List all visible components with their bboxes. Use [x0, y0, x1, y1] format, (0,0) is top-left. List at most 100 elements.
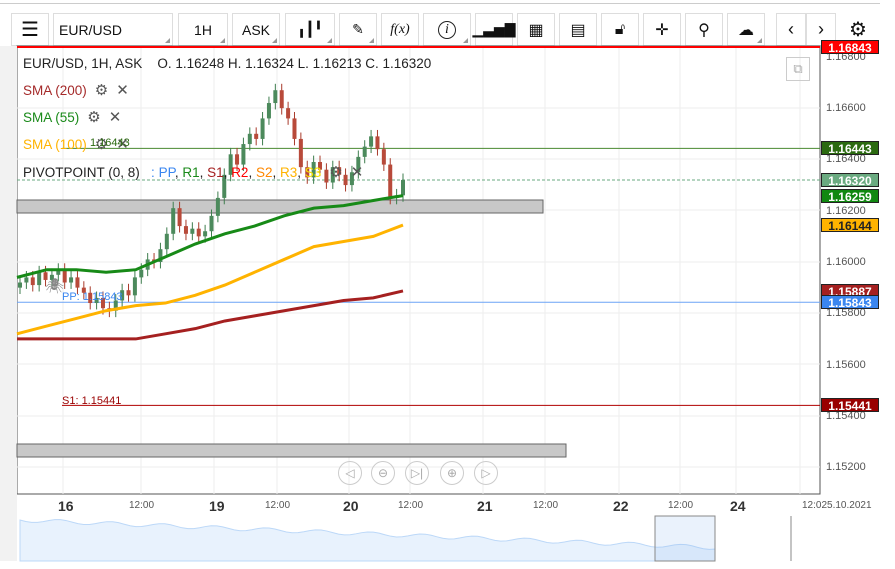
- price-tag: 1.15441: [821, 398, 879, 413]
- x-axis-day: 16: [58, 498, 74, 514]
- candle-body: [279, 90, 284, 109]
- price-tag: 1.16259: [821, 188, 879, 204]
- zoom-out-icon: ⊖: [377, 466, 389, 480]
- sma100-label: SMA (100): [23, 137, 87, 152]
- y-axis-label: 1.16000: [826, 256, 866, 268]
- y-axis-label: 1.15200: [826, 461, 866, 474]
- pivot-part: S1: [207, 165, 224, 180]
- close-icon[interactable]: ✕: [351, 164, 364, 181]
- price-tag: 1.16843: [821, 40, 879, 55]
- candle-body: [183, 226, 188, 234]
- price-tag: 1.16443: [821, 141, 879, 156]
- candle-body: [132, 277, 137, 296]
- zoom-out-button[interactable]: ⊖: [371, 461, 395, 485]
- candle-body: [203, 231, 208, 237]
- price-tag: 1.16320: [821, 172, 879, 188]
- legend-header: EUR/USD, 1H, ASK O. 1.16248 H. 1.16324 L…: [23, 56, 431, 71]
- legend-title: EUR/USD, 1H, ASK: [23, 56, 143, 71]
- pivot-parts: PP, R1, S1, R2, S2, R3, S3: [159, 165, 322, 180]
- x-axis-day: 20: [343, 498, 359, 514]
- pivot-part: R1: [182, 165, 200, 180]
- gear-icon[interactable]: ⚙: [329, 164, 342, 181]
- candle-body: [381, 149, 386, 165]
- candle-body: [292, 118, 297, 139]
- s1-line-label: S1: 1.15441: [62, 395, 122, 407]
- candle-body: [190, 228, 195, 234]
- candle-body: [362, 146, 367, 157]
- candle-body: [24, 277, 29, 283]
- candle-body: [75, 277, 80, 288]
- candle-body: [388, 164, 393, 198]
- left-gutter: [0, 46, 17, 561]
- x-axis-day: 19: [209, 498, 225, 514]
- range-bar: [16, 443, 567, 458]
- candle-body: [37, 272, 42, 286]
- close-icon[interactable]: ✕: [116, 82, 129, 99]
- nav-back-button[interactable]: ◁: [338, 461, 362, 485]
- candle-body: [209, 215, 214, 232]
- candle-body: [18, 282, 22, 288]
- pivot-part: ,: [272, 165, 280, 180]
- pivot-part: S2: [255, 165, 273, 180]
- x-axis-hour: 12:00: [533, 500, 559, 511]
- candle-body: [164, 233, 169, 250]
- legend-sma200: SMA (200) ⚙ ✕: [23, 81, 129, 99]
- pivot-part: ,: [297, 165, 305, 180]
- candle-body: [247, 133, 252, 145]
- pivot-sep: :: [151, 165, 155, 180]
- candle-body: [215, 197, 220, 216]
- candle-body: [30, 277, 35, 286]
- skip-end-icon: ▷|: [410, 466, 424, 480]
- zoom-in-button[interactable]: ⊕: [440, 461, 464, 485]
- x-axis-hour: 12:00: [398, 500, 424, 511]
- pivot-part: S3: [304, 165, 322, 180]
- triangle-left-icon: ◁: [345, 466, 355, 480]
- pivot-part: R3: [280, 165, 298, 180]
- candle-body: [260, 118, 265, 139]
- x-axis-hour: 12:00: [265, 500, 291, 511]
- candle-body: [286, 108, 291, 119]
- zoom-in-icon: ⊕: [446, 466, 458, 480]
- pivot-label: PIVOTPOINT (0, 8): [23, 165, 140, 180]
- go-latest-button[interactable]: ▷|: [405, 461, 429, 485]
- range-bar: [16, 199, 544, 214]
- nav-forward-button[interactable]: ▷: [474, 461, 498, 485]
- fullscreen-button[interactable]: ⧉: [786, 57, 810, 81]
- close-icon[interactable]: ✕: [109, 109, 122, 126]
- legend-pivot: PIVOTPOINT (0, 8) : PP, R1, S1, R2, S2, …: [23, 163, 363, 181]
- candle-body: [139, 269, 144, 278]
- bug-icon[interactable]: 🕷︎: [45, 277, 64, 295]
- candle-body: [126, 290, 131, 296]
- gear-icon[interactable]: ⚙: [95, 82, 108, 99]
- candle-body: [273, 90, 278, 104]
- x-axis-date: 12:025.10.2021: [802, 500, 872, 511]
- candle-body: [375, 136, 380, 150]
- navigator-window: [654, 515, 716, 562]
- triangle-right-icon: ▷: [481, 466, 491, 480]
- y-axis-label: 1.16600: [826, 102, 866, 115]
- pivot-part: PP: [158, 165, 175, 180]
- candle-body: [369, 136, 374, 147]
- y-axis-label: 1.15600: [826, 358, 866, 371]
- x-axis-hour: 12:00: [668, 500, 694, 511]
- candle-body: [254, 133, 259, 139]
- candle-body: [266, 103, 271, 119]
- pivot-part: ,: [248, 165, 256, 180]
- sma200-label: SMA (200): [23, 83, 87, 98]
- popout-icon: ⧉: [793, 61, 803, 76]
- candle-body: [196, 228, 201, 237]
- y-axis-label: 1.16200: [826, 204, 866, 217]
- x-axis-day: 21: [477, 498, 493, 514]
- candle-body: [69, 277, 74, 283]
- x-axis-hour: 12:00: [129, 500, 155, 511]
- legend-ohlc: O. 1.16248 H. 1.16324 L. 1.16213 C. 1.16…: [157, 56, 432, 71]
- price-tag: 1.15843: [821, 295, 879, 310]
- candle-body: [171, 208, 176, 234]
- candle-body: [177, 208, 182, 227]
- gear-icon[interactable]: ⚙: [87, 109, 100, 126]
- pp-line-label: PP: 1.15843: [62, 291, 123, 303]
- r-line-label: 1.16443: [90, 137, 130, 149]
- price-tag: 1.16144: [821, 218, 879, 233]
- x-axis-day: 24: [730, 498, 746, 514]
- x-axis-day: 22: [613, 498, 629, 514]
